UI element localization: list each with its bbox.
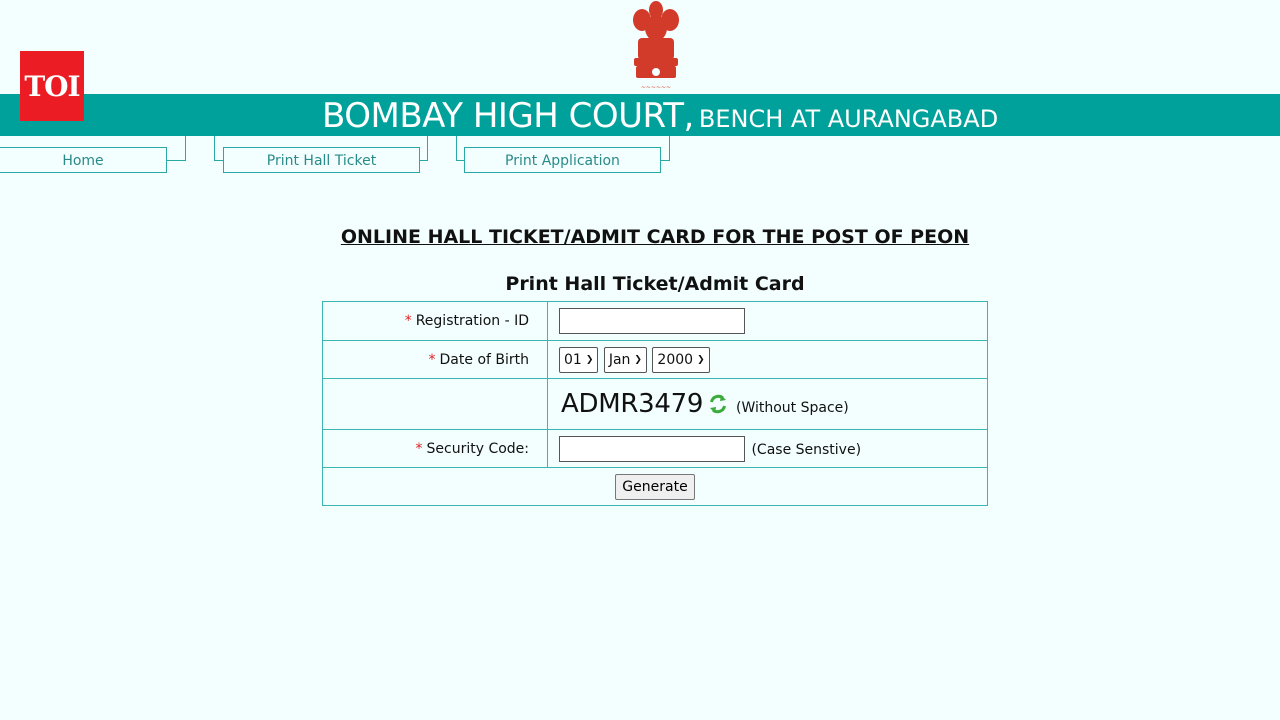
security-note: (Case Senstive) [751,441,862,458]
dob-year-value: 2000 [657,351,694,368]
dob-value-cell: 01 ❯ Jan ❯ 2000 ❯ [547,340,988,379]
required-marker: * [428,351,436,368]
registration-row: * Registration - ID [322,301,988,341]
form-heading: Print Hall Ticket/Admit Card [505,273,805,295]
captcha-note: (Without Space) [735,400,849,416]
dob-label: Date of Birth [439,351,529,368]
page-heading: ONLINE HALL TICKET/ADMIT CARD FOR THE PO… [340,226,970,248]
security-value-cell: (Case Senstive) [547,429,988,468]
registration-label-cell: * Registration - ID [322,301,548,341]
refresh-icon[interactable] [708,394,728,414]
required-marker: * [404,313,412,329]
captcha-text: ADMR3479 [561,389,704,419]
dob-day-select[interactable]: 01 ❯ [559,346,599,373]
hall-ticket-form: * Registration - ID * Date of Birth 01 ❯ Ja… [322,301,988,506]
registration-label: Registration - ID [415,313,529,329]
captcha-label-cell [322,378,548,430]
security-label: Security Code: [426,440,530,457]
nav-home-link[interactable]: Home [0,147,167,173]
national-emblem-icon: ~~~~~~ [633,1,679,91]
nav-print-application-link[interactable]: Print Application [464,147,661,173]
dob-month-select[interactable]: Jan ❯ [603,346,647,373]
toi-logo: TOI [20,51,84,121]
court-title: BOMBAY HIGH COURT, [322,96,694,136]
submit-row: Generate [322,467,988,506]
required-marker: * [415,440,423,457]
chevron-down-icon: ❯ [697,354,705,365]
security-row: * Security Code: (Case Senstive) [322,429,988,468]
header-banner: BOMBAY HIGH COURT, BENCH AT AURANGABAD [0,94,1280,136]
court-subtitle: BENCH AT AURANGABAD [698,105,999,133]
dob-label-cell: * Date of Birth [322,340,548,379]
captcha-value-cell: ADMR3479 (Without Space) [547,378,988,430]
dob-year-select[interactable]: 2000 ❯ [652,346,710,373]
security-label-cell: * Security Code: [322,429,548,468]
dob-row: * Date of Birth 01 ❯ Jan ❯ 2000 ❯ [322,340,988,379]
dob-day-value: 01 [564,351,582,368]
registration-value-cell [547,301,988,341]
svg-text:~~~~~~: ~~~~~~ [641,84,671,91]
submit-cell: Generate [322,467,988,506]
chevron-down-icon: ❯ [585,354,594,365]
chevron-down-icon: ❯ [634,354,642,365]
registration-id-input[interactable] [559,308,745,334]
dob-month-value: Jan [608,351,631,368]
security-code-input[interactable] [559,435,745,462]
generate-button[interactable]: Generate [615,473,695,500]
nav-print-hall-ticket-link[interactable]: Print Hall Ticket [223,147,420,173]
captcha-row: ADMR3479 (Without Space) [322,378,988,430]
